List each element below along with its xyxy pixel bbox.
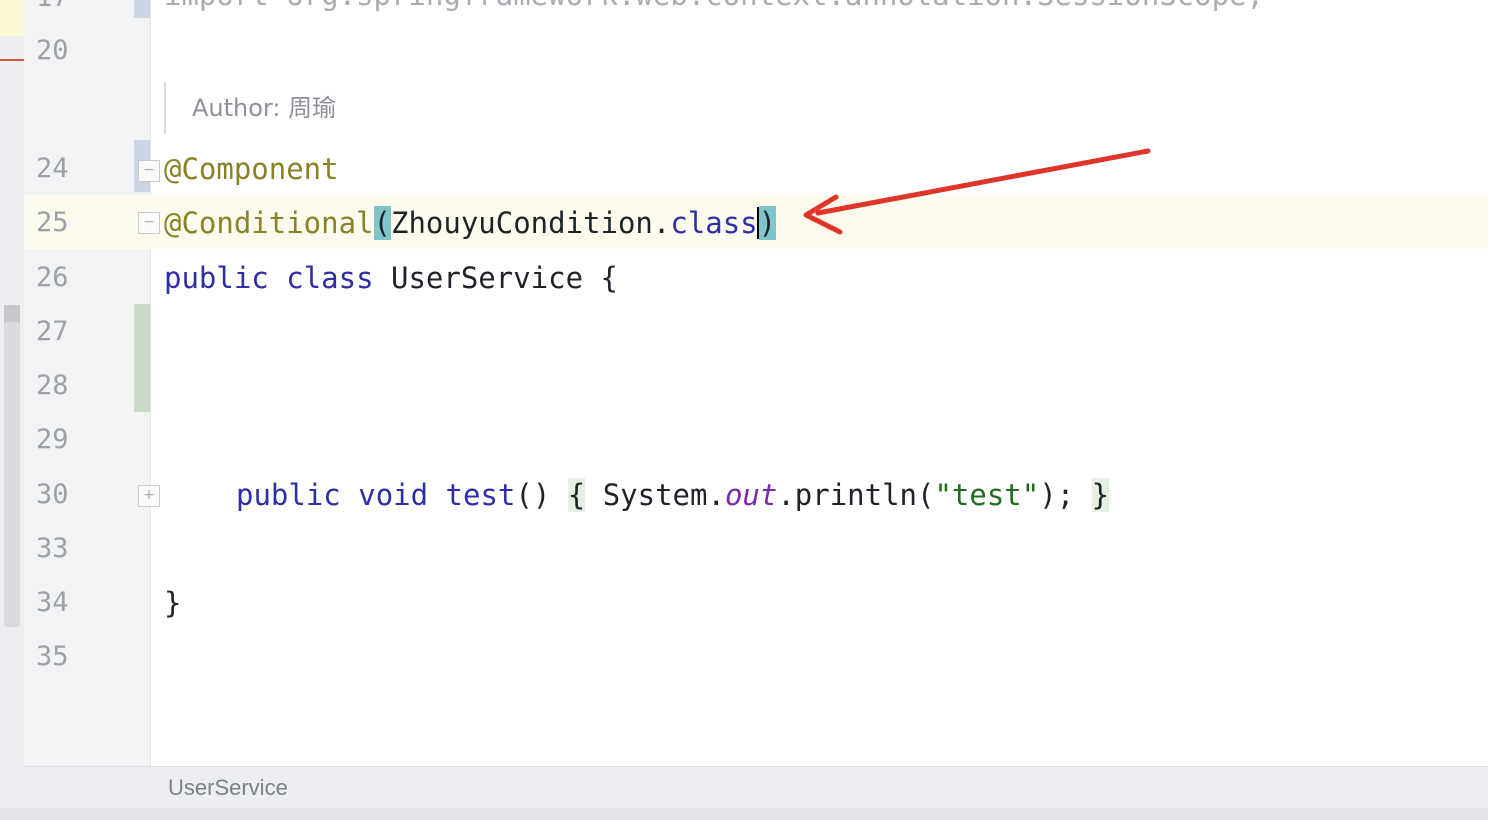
breadcrumb-bar: UserService: [24, 766, 1488, 809]
status-bar-edge: [0, 808, 1488, 820]
breadcrumb-item-userservice[interactable]: UserService: [168, 767, 288, 809]
red-arrow-annotation: [803, 148, 1151, 235]
